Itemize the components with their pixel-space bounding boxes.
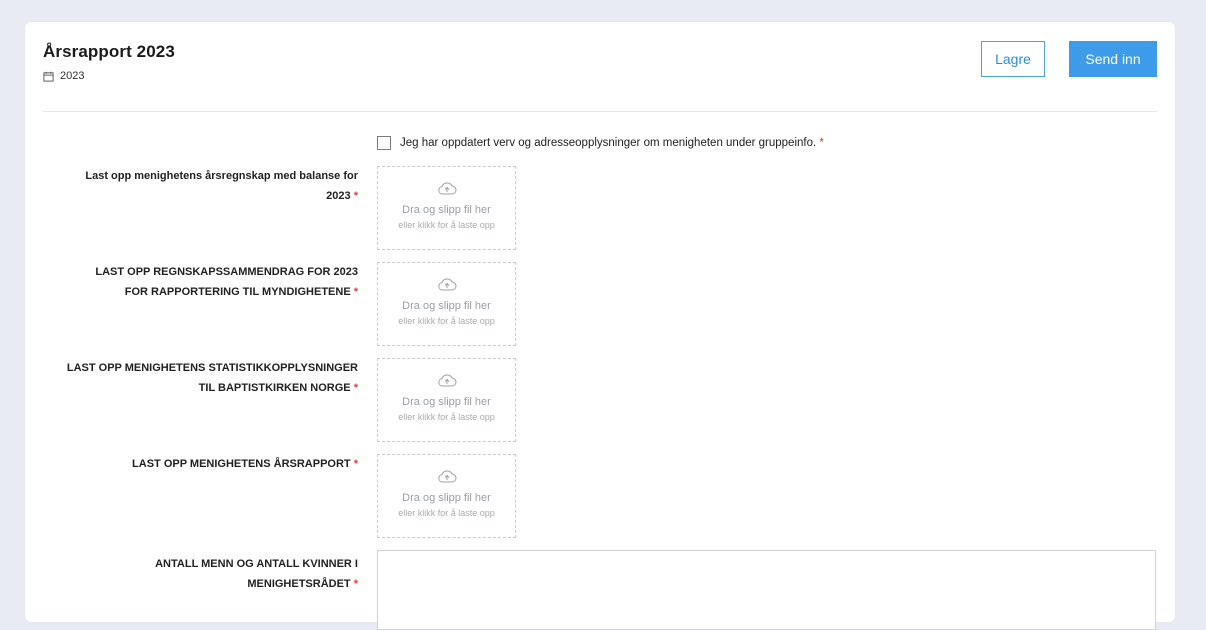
field-label-annual-accounts: Last opp menighetens årsregnskap med bal… [85,170,358,202]
dropzone-sub-text: eller klikk for å laste opp [398,508,495,518]
dropzone-main-text: Dra og slipp fil her [402,300,491,312]
confirm-row: Jeg har oppdatert verv og adresseopplysn… [377,136,824,150]
cloud-upload-icon [437,182,456,195]
save-button[interactable]: Lagre [981,41,1045,77]
dropzone-accounts-summary[interactable]: Dra og slipp fil her eller klikk for å l… [377,262,516,346]
field-label-accounts-summary: LAST OPP REGNSKAPSSAMMENDRAG FOR 2023 FO… [95,266,358,298]
field-label-council-members: ANTALL MENN OG ANTALL KVINNER I MENIGHET… [155,558,358,590]
cloud-upload-icon [437,470,456,483]
field-label-statistics: LAST OPP MENIGHETENS STATISTIKKOPPLYSNIN… [66,362,358,394]
report-year: 2023 [60,70,85,82]
dropzone-sub-text: eller klikk for å laste opp [398,412,495,422]
dropzone-main-text: Dra og slipp fil her [402,204,491,216]
dropzone-sub-text: eller klikk for å laste opp [398,220,495,230]
field-label-annual-report: LAST OPP MENIGHETENS ÅRSRAPPORT * [132,458,358,470]
dropzone-annual-report[interactable]: Dra og slipp fil her eller klikk for å l… [377,454,516,538]
confirm-checkbox[interactable] [377,136,391,150]
dropzone-sub-text: eller klikk for å laste opp [398,316,495,326]
dropzone-annual-accounts[interactable]: Dra og slipp fil her eller klikk for å l… [377,166,516,250]
report-header: Årsrapport 2023 2023 [43,42,175,82]
cloud-upload-icon [437,374,456,387]
council-members-textarea[interactable] [377,550,1156,630]
dropzone-main-text: Dra og slipp fil her [402,396,491,408]
year-row: 2023 [43,70,175,82]
page-title: Årsrapport 2023 [43,42,175,61]
dropzone-statistics[interactable]: Dra og slipp fil her eller klikk for å l… [377,358,516,442]
dropzone-main-text: Dra og slipp fil her [402,492,491,504]
calendar-icon [43,71,54,82]
header-divider [43,111,1157,112]
report-card: Årsrapport 2023 2023 Lagre Send inn Jeg … [25,22,1175,630]
confirm-label: Jeg har oppdatert verv og adresseopplysn… [400,137,824,149]
cloud-upload-icon [437,278,456,291]
submit-button[interactable]: Send inn [1069,41,1157,77]
